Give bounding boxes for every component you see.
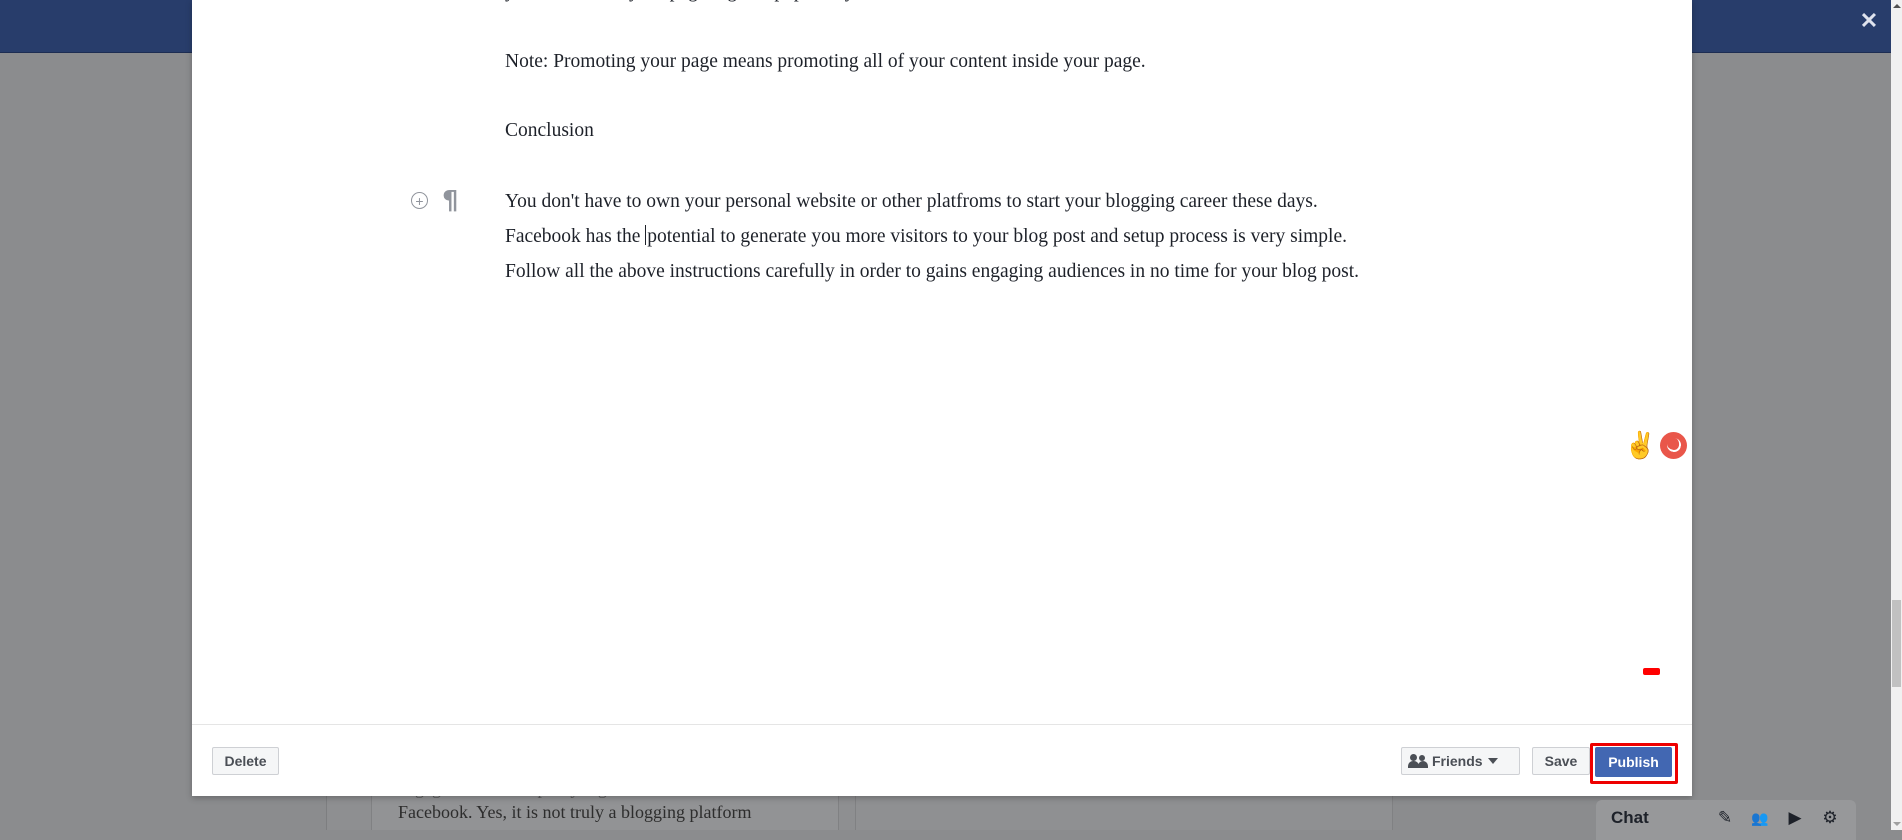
chat-bar[interactable]: Chat ✎ 👥 ▶ ⚙ (1596, 800, 1856, 840)
scroll-down-arrow-icon[interactable] (1893, 822, 1901, 826)
paragraph-format-icon[interactable]: ¶ (442, 186, 459, 216)
delete-button[interactable]: Delete (212, 747, 279, 775)
editor-content[interactable]: you must boost your page organic popular… (192, 0, 1692, 724)
close-icon[interactable]: ✕ (1858, 8, 1880, 34)
peace-hand-emoji-icon[interactable]: ✌ (1624, 431, 1656, 459)
paragraph-note[interactable]: Note: Promoting your page means promotin… (505, 44, 1385, 79)
privacy-label: Friends (1432, 753, 1483, 769)
loading-spinner-icon[interactable] (1660, 432, 1687, 459)
privacy-selector-button[interactable]: Friends (1401, 747, 1520, 775)
scroll-up-arrow-icon[interactable] (1893, 4, 1901, 8)
scrollbar-thumb[interactable] (1892, 600, 1901, 687)
publish-button[interactable]: Publish (1595, 747, 1672, 777)
add-block-icon[interactable]: + (411, 192, 428, 209)
chevron-down-icon (1487, 758, 1498, 764)
dialog-footer: Delete Friends Save Publish (192, 724, 1692, 796)
paragraph-cut-off[interactable]: you must boost your page organic popular… (505, 0, 1385, 9)
people-icon[interactable]: 👥 (1750, 808, 1770, 828)
gear-icon[interactable]: ⚙ (1820, 808, 1840, 828)
background-text-line: Facebook. Yes, it is not truly a bloggin… (398, 802, 752, 822)
friends-icon (1408, 754, 1428, 768)
red-marker-icon (1643, 668, 1660, 675)
paragraph-conclusion-body[interactable]: You don't have to own your personal webs… (505, 184, 1385, 289)
compose-icon[interactable]: ✎ (1715, 808, 1735, 828)
video-call-icon[interactable]: ▶ (1785, 808, 1805, 828)
save-button[interactable]: Save (1532, 747, 1590, 775)
chat-label: Chat (1611, 808, 1649, 827)
note-editor-dialog: you must boost your page organic popular… (192, 0, 1692, 796)
heading-conclusion[interactable]: Conclusion (505, 113, 1385, 148)
page-scrollbar[interactable] (1891, 0, 1902, 830)
